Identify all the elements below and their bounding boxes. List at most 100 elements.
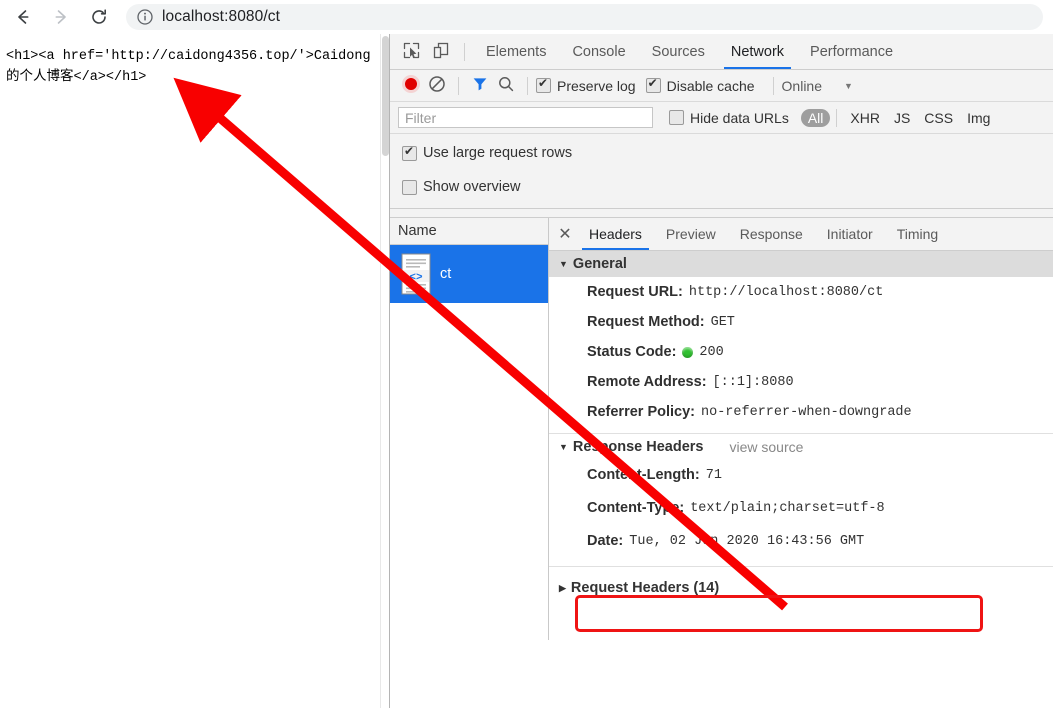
devtools-tabbar: Elements Console Sources Network Perform…	[390, 34, 1053, 70]
toolbar-divider-3	[527, 76, 528, 95]
filter-toggle-button[interactable]	[467, 73, 493, 99]
disable-cache-label: Disable cache	[666, 77, 755, 94]
detail-tab-timing[interactable]: Timing	[885, 219, 951, 250]
content-type-highlight-box	[575, 595, 983, 632]
header-name: Referrer Policy:	[587, 404, 695, 420]
detail-tab-initiator[interactable]: Initiator	[815, 219, 885, 250]
back-button[interactable]	[8, 2, 38, 32]
forward-button[interactable]	[46, 2, 76, 32]
header-value: GET	[710, 314, 735, 330]
close-icon[interactable]: ✕	[553, 222, 577, 246]
screenshot-root: localhost:8080/ct <h1><a href='http://ca…	[0, 0, 1053, 708]
section-request-headers-title: Request Headers (14)	[570, 580, 720, 596]
address-bar[interactable]: localhost:8080/ct	[126, 4, 1043, 30]
network-settings: Use large request rows Show overview	[390, 134, 1053, 209]
header-name: Request URL:	[587, 284, 683, 300]
section-response-headers-header[interactable]: ▼ Response Headers view source	[549, 434, 1053, 460]
request-list: Name <> ct	[390, 218, 549, 640]
request-list-column-name[interactable]: Name	[390, 218, 548, 245]
use-large-request-rows-checkbox[interactable]: Use large request rows	[402, 140, 1053, 166]
request-row-ct[interactable]: <> ct	[390, 245, 548, 303]
header-row-remote-address: Remote Address: [::1]:8080	[549, 367, 1053, 397]
devtools-tab-elements[interactable]: Elements	[473, 34, 559, 69]
address-bar-url: localhost:8080/ct	[162, 8, 281, 25]
hide-data-urls-checkbox-box[interactable]	[669, 110, 684, 125]
request-detail-pane: ✕ Headers Preview Response Initiator Tim…	[549, 218, 1053, 640]
inspect-element-icon	[402, 41, 421, 63]
devtools-tab-network[interactable]: Network	[718, 34, 797, 69]
section-general-header[interactable]: ▼ General	[549, 251, 1053, 277]
use-large-request-rows-label: Use large request rows	[423, 145, 573, 161]
filter-type-all[interactable]: All	[800, 108, 831, 127]
header-row-date: Date: Tue, 02 Jun 2020 16:43:56 GMT	[549, 526, 1053, 556]
reload-button[interactable]	[84, 2, 114, 32]
browser-toolbar: localhost:8080/ct	[0, 0, 1053, 35]
filter-type-xhr[interactable]: XHR	[843, 110, 887, 126]
preserve-log-checkbox[interactable]: Preserve log	[536, 76, 636, 94]
request-row-name: ct	[440, 266, 452, 282]
inspect-element-button[interactable]	[396, 37, 426, 67]
filter-type-img[interactable]: Img	[960, 110, 997, 126]
filter-type-css[interactable]: CSS	[917, 110, 960, 126]
hide-data-urls-label: Hide data URLs	[690, 109, 789, 126]
header-value: [::1]:8080	[712, 374, 794, 390]
show-overview-checkbox-box[interactable]	[402, 179, 417, 195]
panel-splitter[interactable]	[390, 209, 1053, 218]
record-button[interactable]	[398, 73, 424, 99]
section-divider-2	[549, 566, 1053, 567]
header-value: http://localhost:8080/ct	[688, 284, 884, 300]
detail-tab-response[interactable]: Response	[728, 219, 815, 250]
reload-icon	[89, 7, 109, 27]
triangle-right-icon: ▶	[559, 582, 566, 593]
section-response-headers-title: Response Headers	[572, 439, 704, 455]
detail-tab-headers[interactable]: Headers	[577, 219, 654, 250]
device-toolbar-icon	[432, 41, 451, 63]
header-row-request-method: Request Method: GET	[549, 307, 1053, 337]
header-name: Request Method:	[587, 314, 705, 330]
header-value: Tue, 02 Jun 2020 16:43:56 GMT	[629, 533, 865, 549]
devtools-tab-sources[interactable]: Sources	[639, 34, 718, 69]
header-value: no-referrer-when-downgrade	[701, 404, 912, 420]
page-content-area: <h1><a href='http://caidong4356.top/'>Ca…	[0, 34, 389, 708]
filter-divider	[836, 108, 838, 127]
section-general-title: General	[572, 256, 627, 272]
header-name: Content-Type:	[587, 500, 685, 516]
document-code-icon: <>	[398, 252, 434, 296]
status-ok-dot-icon	[682, 346, 694, 358]
funnel-filter-icon	[471, 75, 489, 96]
search-magnifier-icon	[497, 75, 515, 96]
show-overview-checkbox[interactable]: Show overview	[402, 174, 1053, 200]
header-row-referrer-policy: Referrer Policy: no-referrer-when-downgr…	[549, 397, 1053, 427]
search-button[interactable]	[493, 73, 519, 99]
preserve-log-checkbox-box[interactable]	[536, 76, 551, 93]
filter-type-js[interactable]: JS	[887, 110, 917, 126]
triangle-down-icon: ▼	[559, 259, 568, 269]
header-row-status-code: Status Code: 200	[549, 337, 1053, 367]
detail-tab-preview[interactable]: Preview	[654, 219, 728, 250]
clear-button[interactable]	[424, 73, 450, 99]
header-row-content-length: Content-Length: 71	[549, 460, 1053, 490]
page-scrollbar-thumb[interactable]	[382, 36, 389, 156]
filter-input[interactable]: Filter	[398, 107, 653, 128]
hide-data-urls-checkbox[interactable]: Hide data URLs	[669, 110, 789, 126]
use-large-request-rows-checkbox-box[interactable]	[402, 144, 417, 161]
network-filter-bar: Filter Hide data URLs All XHR JS CSS Img	[390, 102, 1053, 134]
request-detail-tabbar: ✕ Headers Preview Response Initiator Tim…	[549, 218, 1053, 251]
disable-cache-checkbox-box[interactable]	[645, 76, 661, 93]
devtools-tab-performance[interactable]: Performance	[797, 34, 906, 69]
preserve-log-label: Preserve log	[557, 77, 636, 94]
record-circle-icon	[400, 73, 422, 98]
disable-cache-checkbox[interactable]: Disable cache	[645, 76, 755, 94]
throttling-value: Online	[781, 77, 822, 94]
header-value: 200	[699, 344, 724, 360]
header-value: 71	[705, 467, 722, 483]
throttling-dropdown[interactable]: Online ▼	[782, 78, 853, 94]
chevron-down-icon[interactable]: ▼	[844, 81, 853, 91]
device-toolbar-button[interactable]	[426, 37, 456, 67]
show-overview-label: Show overview	[423, 179, 521, 195]
page-body-text: <h1><a href='http://caidong4356.top/'>Ca…	[6, 49, 371, 85]
header-name: Date:	[587, 533, 624, 549]
devtools-tab-console[interactable]: Console	[559, 34, 638, 69]
info-circle-icon[interactable]	[136, 8, 154, 26]
view-source-link[interactable]: view source	[729, 439, 803, 455]
